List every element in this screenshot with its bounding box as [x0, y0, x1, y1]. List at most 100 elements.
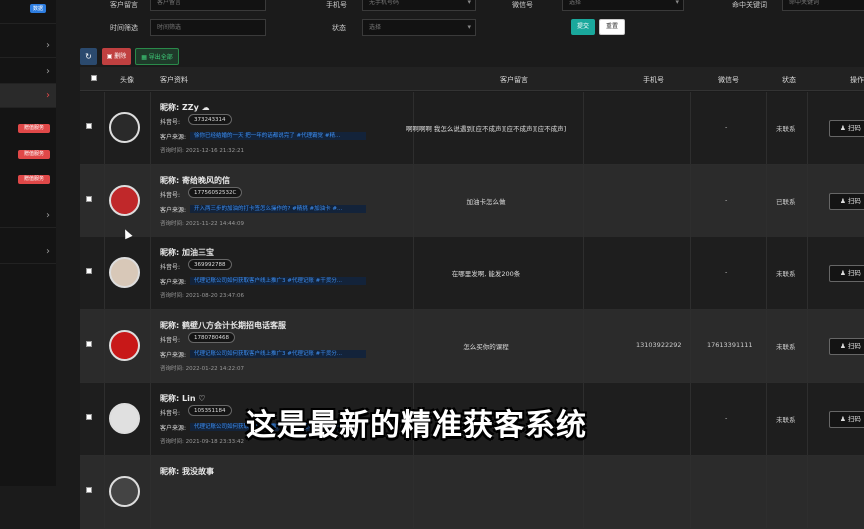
sidebar-item-active[interactable]: › — [0, 84, 56, 108]
th-avatar: 头像 — [120, 76, 134, 84]
sidebar-tag[interactable]: 赠值服务 — [18, 150, 50, 159]
chevron-right-icon: › — [46, 210, 50, 221]
scan-label: 扫码 — [847, 342, 861, 350]
phone-select[interactable]: 无手机号码 — [362, 0, 476, 11]
wechat-value: - — [725, 414, 728, 422]
source-link[interactable]: 代理记账公司如何获取客户线上推广3 #代理记账 #干货分... — [190, 277, 366, 285]
phone-label: 手机号 — [326, 1, 347, 9]
douyin-id: 373243314 — [188, 114, 232, 125]
time-filter-input[interactable]: 时间筛选 — [150, 19, 266, 36]
scan-button[interactable]: ♟ 扫码 — [829, 265, 864, 282]
wechat-value: - — [725, 123, 728, 131]
export-label: 导出全部 — [148, 54, 173, 61]
keyword-label: 命中关键词 — [732, 1, 767, 9]
row-checkbox[interactable] — [86, 341, 92, 347]
source-link[interactable]: 徐你已经结婚的一天 把一年的话都说完了 #代理霸觉 #精... — [190, 132, 366, 140]
chevron-right-icon: › — [46, 66, 50, 77]
scan-button[interactable]: ♟ 扫码 — [829, 193, 864, 210]
submit-button[interactable]: 提交 — [571, 19, 595, 35]
status-label: 状态 — [332, 24, 346, 32]
scan-button[interactable]: ♟ 扫码 — [829, 120, 864, 137]
sidebar-item[interactable]: › — [0, 240, 56, 264]
sidebar-tag[interactable]: 赠值服务 — [18, 124, 50, 133]
scan-label: 扫码 — [847, 269, 861, 277]
sidebar-badge: 数据 — [30, 4, 47, 13]
scan-button[interactable]: ♟ 扫码 — [829, 411, 864, 428]
status-select[interactable]: 选择 — [362, 19, 476, 36]
douyin-id: 1780780468 — [188, 332, 235, 343]
douyin-label: 抖音号: — [160, 410, 181, 417]
nickname: 昵称: 加油三宝 — [160, 248, 214, 257]
row-checkbox[interactable] — [86, 414, 92, 420]
table-row: 昵称: 加油三宝 抖音号: 369992788 客户来源: 代理记账公司如何获取客户线上… — [80, 237, 864, 310]
source-label: 客户来源: — [160, 352, 187, 359]
phone-value: 13103922292 — [636, 341, 682, 349]
trash-icon: ▣ — [106, 53, 113, 60]
export-all-button[interactable]: ▦ 导出全部 — [135, 48, 179, 65]
inquiry-time: 咨询时间: 2021-09-18 23:33:42 — [160, 439, 245, 445]
th-phone: 手机号 — [643, 76, 664, 84]
delete-button[interactable]: ▣ 删除 — [102, 48, 131, 65]
douyin-id: 17756052532C — [188, 187, 243, 198]
inquiry-time: 咨询时间: 2021-11-22 14:44:09 — [160, 221, 245, 227]
douyin-label: 抖音号: — [160, 337, 181, 344]
douyin-label: 抖音号: — [160, 119, 181, 126]
status-value: 已联系 — [776, 198, 796, 206]
customer-msg-label: 客户留言 — [110, 1, 138, 9]
sidebar-item[interactable]: › — [0, 204, 56, 228]
keyword-input[interactable]: 命中关键词 — [782, 0, 864, 11]
avatar — [109, 112, 140, 143]
nickname: 昵称: ZZy ☁ — [160, 103, 210, 112]
douyin-label: 抖音号: — [160, 264, 181, 271]
video-caption: 这是最新的精准获客系统 — [246, 408, 587, 443]
sidebar-item[interactable]: 数据 — [0, 0, 56, 24]
customer-message: 啊啊啊啊 我怎么说遇到[应不成声][应不成声][应不成声] — [405, 125, 567, 133]
th-profile: 客户资料 — [160, 76, 188, 84]
delete-label: 删除 — [114, 53, 127, 60]
customer-message: 怎么买你的课程 — [463, 343, 509, 351]
source-label: 客户来源: — [160, 207, 187, 214]
customer-msg-input[interactable]: 客户留言 — [150, 0, 266, 11]
chevron-right-icon: › — [46, 90, 50, 101]
inquiry-time: 咨询时间: 2021-08-20 23:47:06 — [160, 293, 245, 299]
user-icon: ♟ — [840, 269, 846, 277]
table-row: 昵称: 鹤壁八方会计长期招电话客服 抖音号: 1780780468 客户来源: 代理记账… — [80, 310, 864, 383]
reset-button[interactable]: 重置 — [599, 19, 625, 35]
select-all-checkbox[interactable] — [91, 75, 97, 81]
user-icon: ♟ — [840, 415, 846, 423]
nickname: 昵称: 我没故事 — [160, 467, 214, 476]
scan-label: 扫码 — [847, 415, 861, 423]
table-header: 头像 客户资料 客户留言 手机号 微信号 状态 操作 — [80, 67, 864, 91]
scan-button[interactable]: ♟ 扫码 — [829, 338, 864, 355]
chevron-right-icon: › — [46, 40, 50, 51]
row-checkbox[interactable] — [86, 268, 92, 274]
customer-message: 在哪里发啊, 能发200条 — [451, 270, 521, 278]
sidebar-tag[interactable]: 赠值服务 — [18, 175, 50, 184]
sidebar-item[interactable]: › — [0, 60, 56, 84]
nickname: 昵称: 鹤壁八方会计长期招电话客服 — [160, 321, 286, 330]
source-label: 客户来源: — [160, 279, 187, 286]
avatar — [109, 476, 140, 507]
inquiry-time: 咨询时间: 2022-01-22 14:22:07 — [160, 366, 245, 372]
avatar — [109, 185, 140, 216]
nickname: 昵称: Lin ♡ — [160, 394, 206, 403]
sidebar-item[interactable]: › — [0, 34, 56, 58]
nickname: 昵称: 寄给晚风的信 — [160, 176, 230, 185]
sidebar: 数据 › › › 赠值服务 赠值服务 赠值服务 › › — [0, 0, 56, 486]
row-checkbox[interactable] — [86, 196, 92, 202]
time-filter-label: 时间筛选 — [110, 24, 138, 32]
customer-message: 加油卡怎么做 — [466, 198, 506, 206]
source-label: 客户来源: — [160, 134, 187, 141]
refresh-icon[interactable]: ↻ — [80, 48, 97, 65]
avatar — [109, 403, 140, 434]
chevron-right-icon: › — [46, 246, 50, 257]
row-checkbox[interactable] — [86, 487, 92, 493]
douyin-id: 369992788 — [188, 259, 232, 270]
scan-label: 扫码 — [847, 197, 861, 205]
user-icon: ♟ — [840, 197, 846, 205]
wechat-select[interactable]: 选择 — [562, 0, 684, 11]
row-checkbox[interactable] — [86, 123, 92, 129]
source-link[interactable]: 开入两三步的加油的打卡签怎么操作的? #精挑 #加油卡 #... — [190, 205, 366, 213]
source-link[interactable]: 代理记账公司如何获取客户线上推广3 #代理记账 #干货分... — [190, 350, 366, 358]
user-icon: ♟ — [840, 342, 846, 350]
